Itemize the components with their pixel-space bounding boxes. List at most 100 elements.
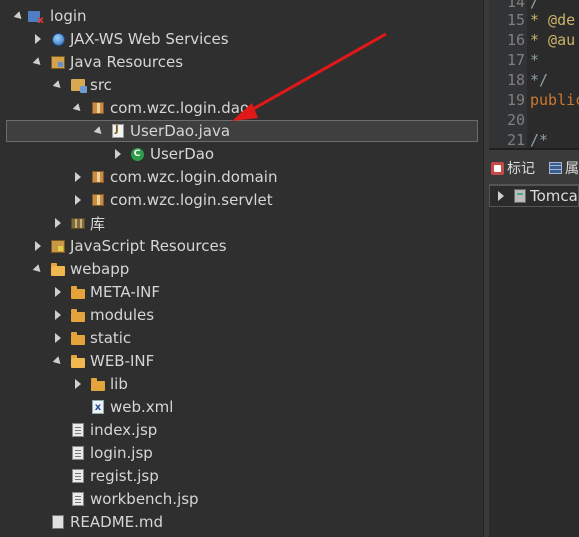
tree-item-label: META-INF [90,283,161,301]
xml-file-icon: x [90,399,106,415]
expand-toggle[interactable] [53,218,63,228]
tree-item-label: com.wzc.login.domain [110,168,278,186]
tree-item-modules[interactable]: modules [0,304,483,326]
editor-line: 21 /* [489,130,549,149]
tree-item-java-resources[interactable]: Java Resources [0,51,483,73]
tree-item-label: src [90,76,112,94]
code-text: * @au [530,31,576,49]
code-editor[interactable]: 14 / 15 * @de 16 * @au 17 * 18 */ 19 pub… [489,0,579,150]
tab-label: 标记 [507,161,535,177]
expand-toggle[interactable] [72,102,84,114]
expand-toggle[interactable] [93,125,105,137]
globe-icon [50,31,66,47]
expand-toggle[interactable] [113,149,123,159]
tree-item-userdao-class[interactable]: C UserDao [0,143,483,165]
tree-item-package-dao[interactable]: com.wzc.login.dao [0,97,483,119]
editor-line: 18 */ [489,70,548,90]
jsp-file-icon [70,468,86,484]
expand-toggle[interactable] [13,10,25,22]
tree-item-label: static [90,329,132,347]
tab-markers[interactable]: 标记 [491,158,535,178]
tree-item-label: web.xml [110,398,174,416]
jsp-file-icon [70,445,86,461]
folder-icon [70,284,86,300]
tree-item-label: regist.jsp [90,467,159,485]
server-label: Tomca [530,187,578,205]
tab-properties[interactable]: 属 [549,158,579,178]
tree-item-web-xml[interactable]: x web.xml [0,396,483,418]
tree-item-label: README.md [70,513,164,531]
tree-item-label: login.jsp [90,444,153,462]
expand-toggle[interactable] [53,287,63,297]
line-number: 17 [506,51,525,69]
editor-line: 20 [489,110,530,130]
tree-item-workbench-jsp[interactable]: workbench.jsp [0,488,483,510]
expand-toggle[interactable] [73,172,83,182]
tree-item-package-servlet[interactable]: com.wzc.login.servlet [0,189,483,211]
expand-toggle[interactable] [32,56,44,68]
line-number: 20 [506,111,525,129]
class-icon: C [129,146,145,162]
tree-item-jaxws[interactable]: JAX-WS Web Services [0,28,483,50]
tree-item-index-jsp[interactable]: index.jsp [0,419,483,441]
code-text: * @de [530,11,576,29]
folder-icon [70,330,86,346]
folder-icon [90,376,106,392]
expand-toggle[interactable] [52,355,64,367]
java-resources-icon [50,54,66,70]
package-icon [90,100,106,116]
jsp-file-icon [70,422,86,438]
tree-item-login[interactable]: login [0,5,483,27]
library-icon [70,215,86,231]
tree-item-libraries[interactable]: 库 [0,212,483,234]
tree-item-web-inf[interactable]: WEB-INF [0,350,483,372]
expand-toggle[interactable] [73,195,83,205]
server-icon [514,189,526,203]
expand-toggle[interactable] [32,263,44,275]
bottom-panel: 标记 属 Tomca [489,150,579,537]
tree-item-label: UserDao [150,145,215,163]
tree-item-label: 库 [90,214,106,233]
tree-item-webapp[interactable]: webapp [0,258,483,280]
code-text: * [530,51,540,69]
tree-item-label: JavaScript Resources [70,237,227,255]
project-explorer: login JAX-WS Web Services Java Resources… [0,0,483,537]
expand-toggle[interactable] [33,34,43,44]
line-number: 16 [506,31,525,49]
tree-item-src[interactable]: src [0,74,483,96]
expand-toggle[interactable] [53,333,63,343]
expand-toggle[interactable] [33,241,43,251]
java-file-icon [110,123,126,139]
tree-item-label: Java Resources [70,53,184,71]
tree-item-label: JAX-WS Web Services [70,30,229,48]
tree-item-readme[interactable]: README.md [0,511,483,533]
project-icon [28,8,44,26]
tree-item-lib[interactable]: lib [0,373,483,395]
package-icon [90,169,106,185]
tree-item-login-jsp[interactable]: login.jsp [0,442,483,464]
expand-toggle[interactable] [52,79,64,91]
package-icon [90,192,106,208]
tree-item-javascript-resources[interactable]: JavaScript Resources [0,235,483,257]
server-row-tomcat[interactable]: Tomca [489,185,579,207]
tree-item-package-domain[interactable]: com.wzc.login.domain [0,166,483,188]
editor-line: 15 * @de [489,10,575,30]
tree-item-label: webapp [70,260,130,278]
line-number: 15 [506,11,525,29]
code-text: */ [530,71,549,89]
code-text: /* [530,131,549,149]
jsp-file-icon [70,491,86,507]
tree-item-label: lib [110,375,128,393]
line-number: 19 [506,91,525,109]
expand-toggle[interactable] [496,191,506,201]
markers-icon [491,161,504,175]
tree-item-label: modules [90,306,155,324]
tree-item-userdao-java[interactable]: UserDao.java [6,120,478,142]
tree-item-static[interactable]: static [0,327,483,349]
tree-item-regist-jsp[interactable]: regist.jsp [0,465,483,487]
expand-toggle[interactable] [73,379,83,389]
expand-toggle[interactable] [53,310,63,320]
line-number: 18 [506,71,525,89]
tree-item-meta-inf[interactable]: META-INF [0,281,483,303]
source-folder-icon [70,77,87,93]
